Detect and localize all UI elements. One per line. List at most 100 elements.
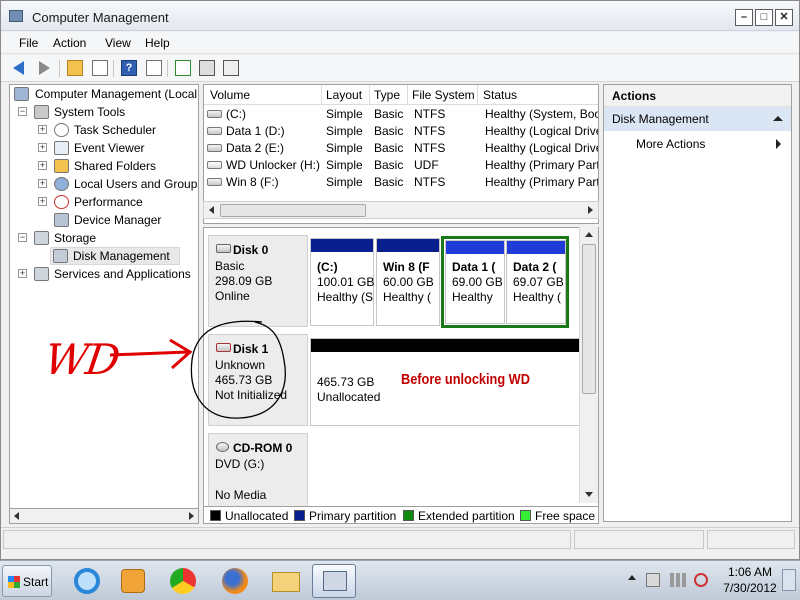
optical-drive-icon bbox=[207, 161, 222, 169]
disk-1-label[interactable]: Disk 1 Unknown 465.73 GB Not Initialized bbox=[208, 334, 308, 426]
cell-file-system: NTFS bbox=[414, 124, 446, 138]
menu-file[interactable]: File bbox=[19, 36, 38, 50]
status-cell bbox=[3, 530, 571, 549]
uninitialized-disk-icon bbox=[216, 343, 231, 352]
users-icon bbox=[54, 177, 69, 191]
more-actions-item[interactable]: More Actions bbox=[604, 133, 791, 155]
network-icon[interactable] bbox=[670, 573, 686, 587]
logical-drive-bar bbox=[446, 241, 504, 254]
legend-label: Free space bbox=[535, 509, 596, 523]
cell-type: Basic bbox=[374, 107, 404, 121]
column-divider[interactable] bbox=[407, 85, 408, 105]
window-controls: – □ ✕ bbox=[735, 9, 793, 26]
column-divider[interactable] bbox=[477, 85, 478, 105]
computer-icon bbox=[14, 87, 29, 101]
collapse-icon[interactable]: − bbox=[18, 233, 27, 242]
show-desktop-button[interactable] bbox=[782, 569, 796, 591]
scroll-right-icon[interactable] bbox=[588, 206, 593, 214]
menu-help[interactable]: Help bbox=[145, 36, 170, 50]
taskbar-internet-explorer[interactable] bbox=[66, 564, 110, 598]
partition-status: Healthy ( bbox=[513, 290, 562, 304]
tree-horizontal-scrollbar[interactable] bbox=[9, 508, 199, 524]
internet-explorer-icon bbox=[74, 568, 100, 594]
show-hide-tree-icon[interactable] bbox=[92, 60, 108, 76]
menu-action[interactable]: Action bbox=[53, 36, 86, 50]
drive-icon bbox=[207, 144, 222, 152]
volume-list-header: Volume Layout Type File System Status bbox=[204, 85, 598, 105]
partition-data2[interactable]: Data 2 ( 69.07 GB Healthy ( bbox=[506, 240, 566, 324]
partition-c[interactable]: (C:) 100.01 GB Healthy (S bbox=[310, 238, 374, 326]
column-divider[interactable] bbox=[369, 85, 370, 105]
column-type[interactable]: Type bbox=[374, 88, 400, 102]
taskbar-firefox[interactable] bbox=[214, 564, 258, 598]
forward-icon[interactable] bbox=[39, 61, 50, 75]
taskbar-media-player[interactable] bbox=[112, 564, 156, 598]
scroll-left-icon[interactable] bbox=[209, 206, 214, 214]
tree-item-label: Disk Management bbox=[73, 249, 170, 263]
table-row[interactable]: WD Unlocker (H:) Simple Basic UDF Health… bbox=[204, 157, 598, 174]
actions-section-disk-management[interactable]: Disk Management bbox=[604, 107, 791, 131]
table-row[interactable]: Win 8 (F:) Simple Basic NTFS Healthy (Pr… bbox=[204, 174, 599, 191]
rescan-disks-icon[interactable] bbox=[199, 60, 215, 76]
partition-legend: Unallocated Primary partition Extended p… bbox=[203, 506, 599, 524]
taskbar-computer-management[interactable] bbox=[312, 564, 356, 598]
partition-size: 69.00 GB bbox=[452, 275, 503, 289]
back-icon[interactable] bbox=[13, 61, 24, 75]
expand-icon[interactable]: + bbox=[38, 197, 47, 206]
disk-kind: DVD (G:) bbox=[215, 457, 265, 471]
show-hidden-icons-icon[interactable] bbox=[628, 575, 636, 580]
minimize-button[interactable]: – bbox=[735, 9, 753, 26]
expand-icon[interactable]: + bbox=[18, 269, 27, 278]
folder-icon bbox=[272, 572, 300, 592]
expand-icon[interactable]: + bbox=[38, 161, 47, 170]
taskbar-explorer[interactable] bbox=[264, 564, 308, 598]
table-row[interactable]: Data 1 (D:) Simple Basic NTFS Healthy (L… bbox=[204, 123, 598, 140]
refresh-icon[interactable] bbox=[175, 60, 191, 76]
maximize-button[interactable]: □ bbox=[755, 9, 773, 26]
primary-partition-bar bbox=[377, 239, 439, 252]
disk-0-label[interactable]: Disk 0 Basic 298.09 GB Online bbox=[208, 235, 308, 327]
settings-icon[interactable] bbox=[223, 60, 239, 76]
column-layout[interactable]: Layout bbox=[326, 88, 362, 102]
computer-management-icon bbox=[9, 10, 23, 22]
scroll-up-icon[interactable] bbox=[585, 232, 593, 237]
properties-icon[interactable] bbox=[146, 60, 162, 76]
column-status[interactable]: Status bbox=[483, 88, 517, 102]
scrollbar-thumb[interactable] bbox=[582, 244, 596, 394]
up-folder-icon[interactable] bbox=[67, 60, 83, 76]
column-volume[interactable]: Volume bbox=[210, 88, 250, 102]
collapse-icon[interactable]: − bbox=[18, 107, 27, 116]
taskbar-chrome[interactable] bbox=[162, 564, 206, 598]
table-row[interactable]: (C:) Simple Basic NTFS Healthy (System, … bbox=[204, 106, 598, 123]
cdrom-0-label[interactable]: CD-ROM 0 DVD (G:) No Media bbox=[208, 433, 308, 517]
column-divider[interactable] bbox=[321, 85, 322, 105]
device-manager-icon bbox=[54, 213, 69, 227]
help-icon[interactable]: ? bbox=[121, 60, 137, 76]
partition-name: (C:) bbox=[317, 260, 338, 274]
expand-icon[interactable]: + bbox=[38, 143, 47, 152]
close-button[interactable]: ✕ bbox=[775, 9, 793, 26]
system-clock[interactable]: 1:06 AM 7/30/2012 bbox=[715, 564, 785, 596]
cell-status: Healthy (Primary Part bbox=[485, 175, 599, 189]
volume-list-horizontal-scrollbar[interactable] bbox=[203, 201, 599, 219]
column-file-system[interactable]: File System bbox=[412, 88, 475, 102]
scroll-right-icon[interactable] bbox=[189, 512, 194, 520]
start-button[interactable]: Start bbox=[2, 565, 52, 597]
title-bar: Computer Management – □ ✕ bbox=[1, 1, 799, 31]
action-center-icon[interactable] bbox=[646, 573, 660, 587]
tree-item-disk-management[interactable]: Disk Management bbox=[50, 247, 180, 265]
menu-view[interactable]: View bbox=[105, 36, 131, 50]
scroll-left-icon[interactable] bbox=[14, 512, 19, 520]
volume-muted-icon[interactable] bbox=[694, 573, 708, 587]
partition-data1[interactable]: Data 1 ( 69.00 GB Healthy bbox=[445, 240, 505, 324]
collapse-section-icon[interactable] bbox=[773, 116, 783, 121]
partition-win8[interactable]: Win 8 (F 60.00 GB Healthy ( bbox=[376, 238, 440, 326]
scroll-down-icon[interactable] bbox=[585, 492, 593, 497]
table-row[interactable]: Data 2 (E:) Simple Basic NTFS Healthy (L… bbox=[204, 140, 598, 157]
scrollbar-thumb[interactable] bbox=[220, 204, 366, 217]
partition-status: Unallocated bbox=[317, 390, 381, 404]
disk-map-vertical-scrollbar[interactable] bbox=[579, 227, 598, 503]
expand-icon[interactable]: + bbox=[38, 125, 47, 134]
expand-icon[interactable]: + bbox=[38, 179, 47, 188]
disk-state: Not Initialized bbox=[215, 388, 288, 402]
